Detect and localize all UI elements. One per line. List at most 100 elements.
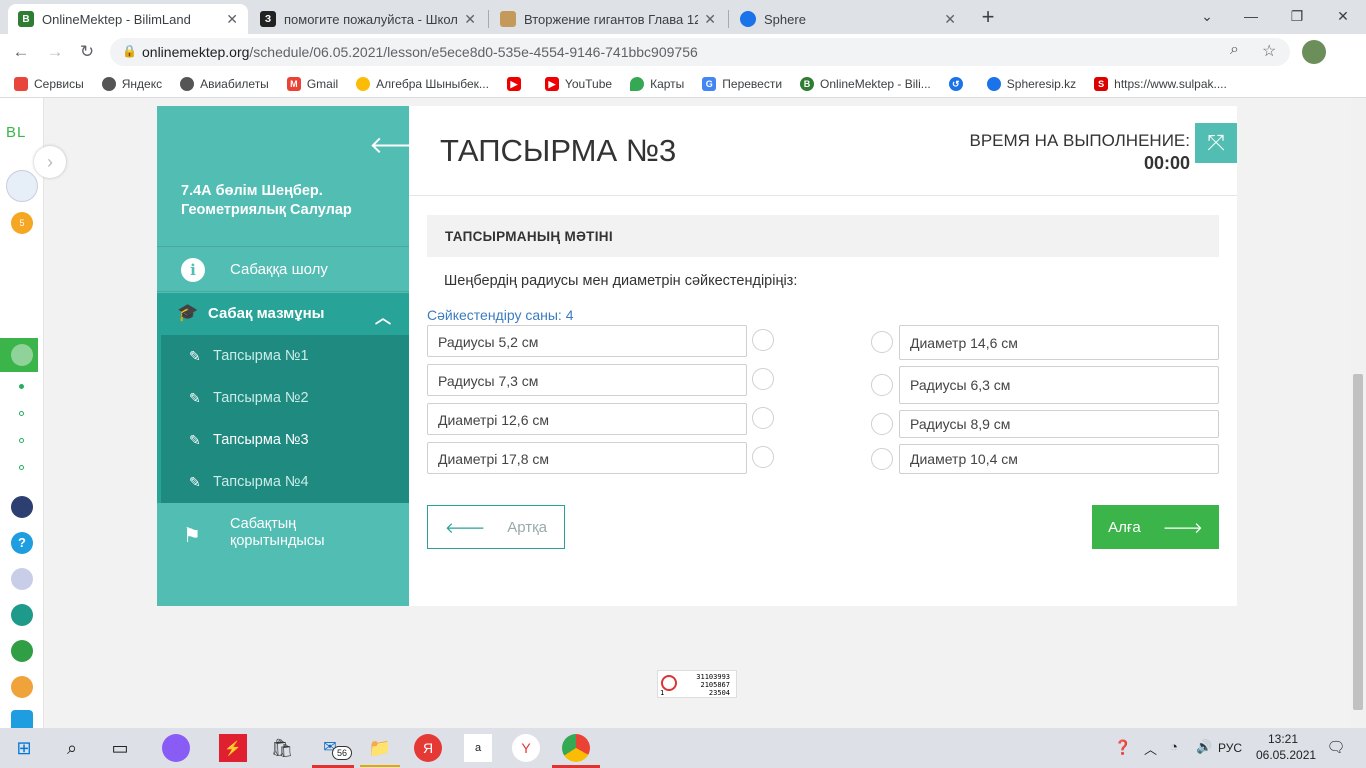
alice-icon[interactable]	[162, 734, 190, 762]
nav-item-content[interactable]: 🎓 Сабақ мазмұны ︿	[157, 293, 409, 335]
tab-manga[interactable]: Вторжение гигантов Глава 125 ✕	[490, 4, 726, 34]
match-right-item[interactable]: Диаметр 10,4 см	[899, 444, 1219, 474]
match-right-handle[interactable]	[871, 413, 893, 435]
match-left-handle[interactable]	[752, 368, 774, 390]
tab-sphere[interactable]: Sphere ✕	[730, 4, 966, 34]
close-window-button[interactable]: ✕	[1320, 0, 1366, 34]
search-icon[interactable]: ⌕	[58, 734, 86, 762]
task-view-icon[interactable]: ▭	[106, 734, 134, 762]
checklist-icon[interactable]	[11, 710, 33, 728]
close-icon[interactable]: ✕	[226, 11, 238, 28]
tab-onlinemektep[interactable]: B OnlineMektep - BilimLand ✕	[8, 4, 248, 34]
bookmark-sulpak[interactable]: Shttps://www.sulpak....	[1094, 76, 1227, 91]
expand-icon: ⤧	[1207, 130, 1225, 155]
star-icon[interactable]: ☆	[1262, 41, 1276, 61]
tab-search-icon[interactable]: ⌄	[1184, 0, 1230, 34]
back-button[interactable]: 🡐 Артқа	[427, 505, 565, 549]
bookmark-youtube-icon-only[interactable]: ▶	[506, 76, 527, 91]
match-left-item[interactable]: Диаметрі 17,8 см	[427, 442, 747, 474]
bookmark-spheresip[interactable]: Spheresip.kz	[986, 76, 1076, 91]
match-left-handle[interactable]	[752, 446, 774, 468]
tab-title: помогите пожалуйста - Школь	[284, 11, 459, 27]
task-panel: ТАПСЫРМА №3 ВРЕМЯ НА ВЫПОЛНЕНИЕ: 00:00 ⤧…	[409, 106, 1237, 606]
apps-grid-icon	[14, 76, 28, 91]
bookmark-translate[interactable]: G Перевести	[702, 76, 782, 91]
scrollbar-thumb[interactable]	[1353, 374, 1363, 710]
fullscreen-button[interactable]: ⤧	[1195, 123, 1237, 163]
task-item-label: Тапсырма №2	[213, 390, 309, 406]
profile-avatar[interactable]	[1302, 40, 1326, 64]
match-left-handle[interactable]	[752, 407, 774, 429]
match-right-handle[interactable]	[871, 331, 893, 353]
task-item-1[interactable]: ✎ Тапсырма №1	[161, 335, 409, 377]
coins-badge[interactable]: 5	[11, 212, 33, 234]
smart-app-icon[interactable]	[11, 496, 33, 518]
chevron-up-icon[interactable]: ︿	[1144, 739, 1157, 758]
help-icon[interactable]: ?	[11, 532, 33, 554]
amazon-icon[interactable]: a	[464, 734, 492, 762]
match-right-handle[interactable]	[871, 448, 893, 470]
task-item-2[interactable]: ✎ Тапсырма №2	[161, 377, 409, 419]
task-item-3[interactable]: ✎ Тапсырма №3	[161, 419, 409, 461]
back-arrow-icon[interactable]: ←	[8, 39, 34, 65]
address-bar[interactable]: 🔒 onlinemektep.org/schedule/06.05.2021/l…	[110, 38, 1290, 66]
task-item-4[interactable]: ✎ Тапсырма №4	[161, 461, 409, 503]
restore-button[interactable]: ❐	[1274, 0, 1320, 34]
tab-znanija[interactable]: З помогите пожалуйста - Школь ✕	[250, 4, 486, 34]
match-right-handle[interactable]	[871, 374, 893, 396]
nav-item-label: Сабақ мазмұны	[208, 305, 325, 322]
file-explorer-icon[interactable]: 📁	[366, 734, 394, 762]
minimize-button[interactable]: —	[1228, 0, 1274, 34]
nav-item-overview[interactable]: i Сабаққа шолу	[157, 246, 409, 292]
bookmark-youtube[interactable]: ▶ YouTube	[544, 76, 612, 91]
forward-arrow-icon[interactable]: →	[42, 39, 68, 65]
match-left-item[interactable]: Радиусы 5,2 см	[427, 325, 747, 357]
avatar[interactable]	[6, 170, 38, 202]
bilimland-green-icon[interactable]	[11, 640, 33, 662]
reload-icon[interactable]: ↻	[74, 39, 100, 65]
yandex-browser-icon[interactable]: Я	[414, 734, 442, 762]
chrome-icon[interactable]	[562, 734, 590, 762]
store-icon[interactable]: 🛍	[268, 734, 296, 762]
onlinemektep-app-icon[interactable]	[11, 344, 33, 366]
step-dot-icon	[19, 384, 24, 389]
bookmark-yandex[interactable]: Яндекс	[101, 76, 162, 91]
visitor-counter[interactable]: 31103993 2105867 23504 1	[657, 670, 737, 698]
bookmark-aviabilety[interactable]: Авиабилеты	[180, 76, 269, 91]
zoom-icon[interactable]: ⌕	[1230, 41, 1239, 59]
next-button[interactable]: Алға 🡒	[1092, 505, 1219, 549]
language-indicator[interactable]: РУС	[1218, 741, 1242, 755]
yandex-icon[interactable]: Y	[512, 734, 540, 762]
match-left-handle[interactable]	[752, 329, 774, 351]
close-icon[interactable]: ✕	[464, 11, 476, 28]
bilim-store-icon[interactable]	[11, 676, 33, 698]
help-icon[interactable]: ❓	[1114, 739, 1131, 756]
match-item-text: Диаметрі 17,8 см	[438, 451, 549, 467]
library-icon[interactable]	[11, 568, 33, 590]
network-icon[interactable]: ◔	[1170, 739, 1178, 754]
bookmark-gmail[interactable]: M Gmail	[286, 76, 338, 91]
clock[interactable]: 13:21 06.05.2021	[1256, 731, 1316, 763]
app-red-icon[interactable]: ⚡	[219, 734, 247, 762]
notifications-icon[interactable]: 🗨	[1322, 734, 1350, 762]
match-right-item[interactable]: Радиусы 6,3 см	[899, 366, 1219, 404]
bookmark-apps[interactable]: Сервисы	[14, 76, 84, 91]
sidebar-toggle-button[interactable]: ›	[34, 146, 66, 178]
graduation-cap-icon: 🎓	[177, 303, 199, 322]
speaker-icon[interactable]: 🔊	[1196, 739, 1212, 755]
maps-pin-icon	[630, 76, 645, 91]
bookmark-algebra[interactable]: Алгебра Шыныбек...	[356, 76, 489, 91]
bookmark-maps[interactable]: Карты	[630, 76, 684, 91]
bilimland-app-icon[interactable]	[11, 604, 33, 626]
new-tab-button[interactable]: +	[976, 4, 1000, 30]
match-right-item[interactable]: Диаметр 14,6 см	[899, 325, 1219, 360]
match-left-item[interactable]: Радиусы 7,3 см	[427, 364, 747, 396]
windows-start-icon[interactable]: ⊞	[10, 734, 38, 762]
nav-item-summary[interactable]: ⚑ Сабақтың қорытындысы	[157, 503, 409, 567]
bookmark-history[interactable]: ↺	[948, 76, 969, 91]
match-right-item[interactable]: Радиусы 8,9 см	[899, 410, 1219, 438]
match-left-item[interactable]: Диаметрі 12,6 см	[427, 403, 747, 435]
close-icon[interactable]: ✕	[944, 11, 956, 28]
bookmark-onlinemektep[interactable]: B OnlineMektep - Bili...	[800, 76, 931, 91]
close-icon[interactable]: ✕	[704, 11, 716, 28]
